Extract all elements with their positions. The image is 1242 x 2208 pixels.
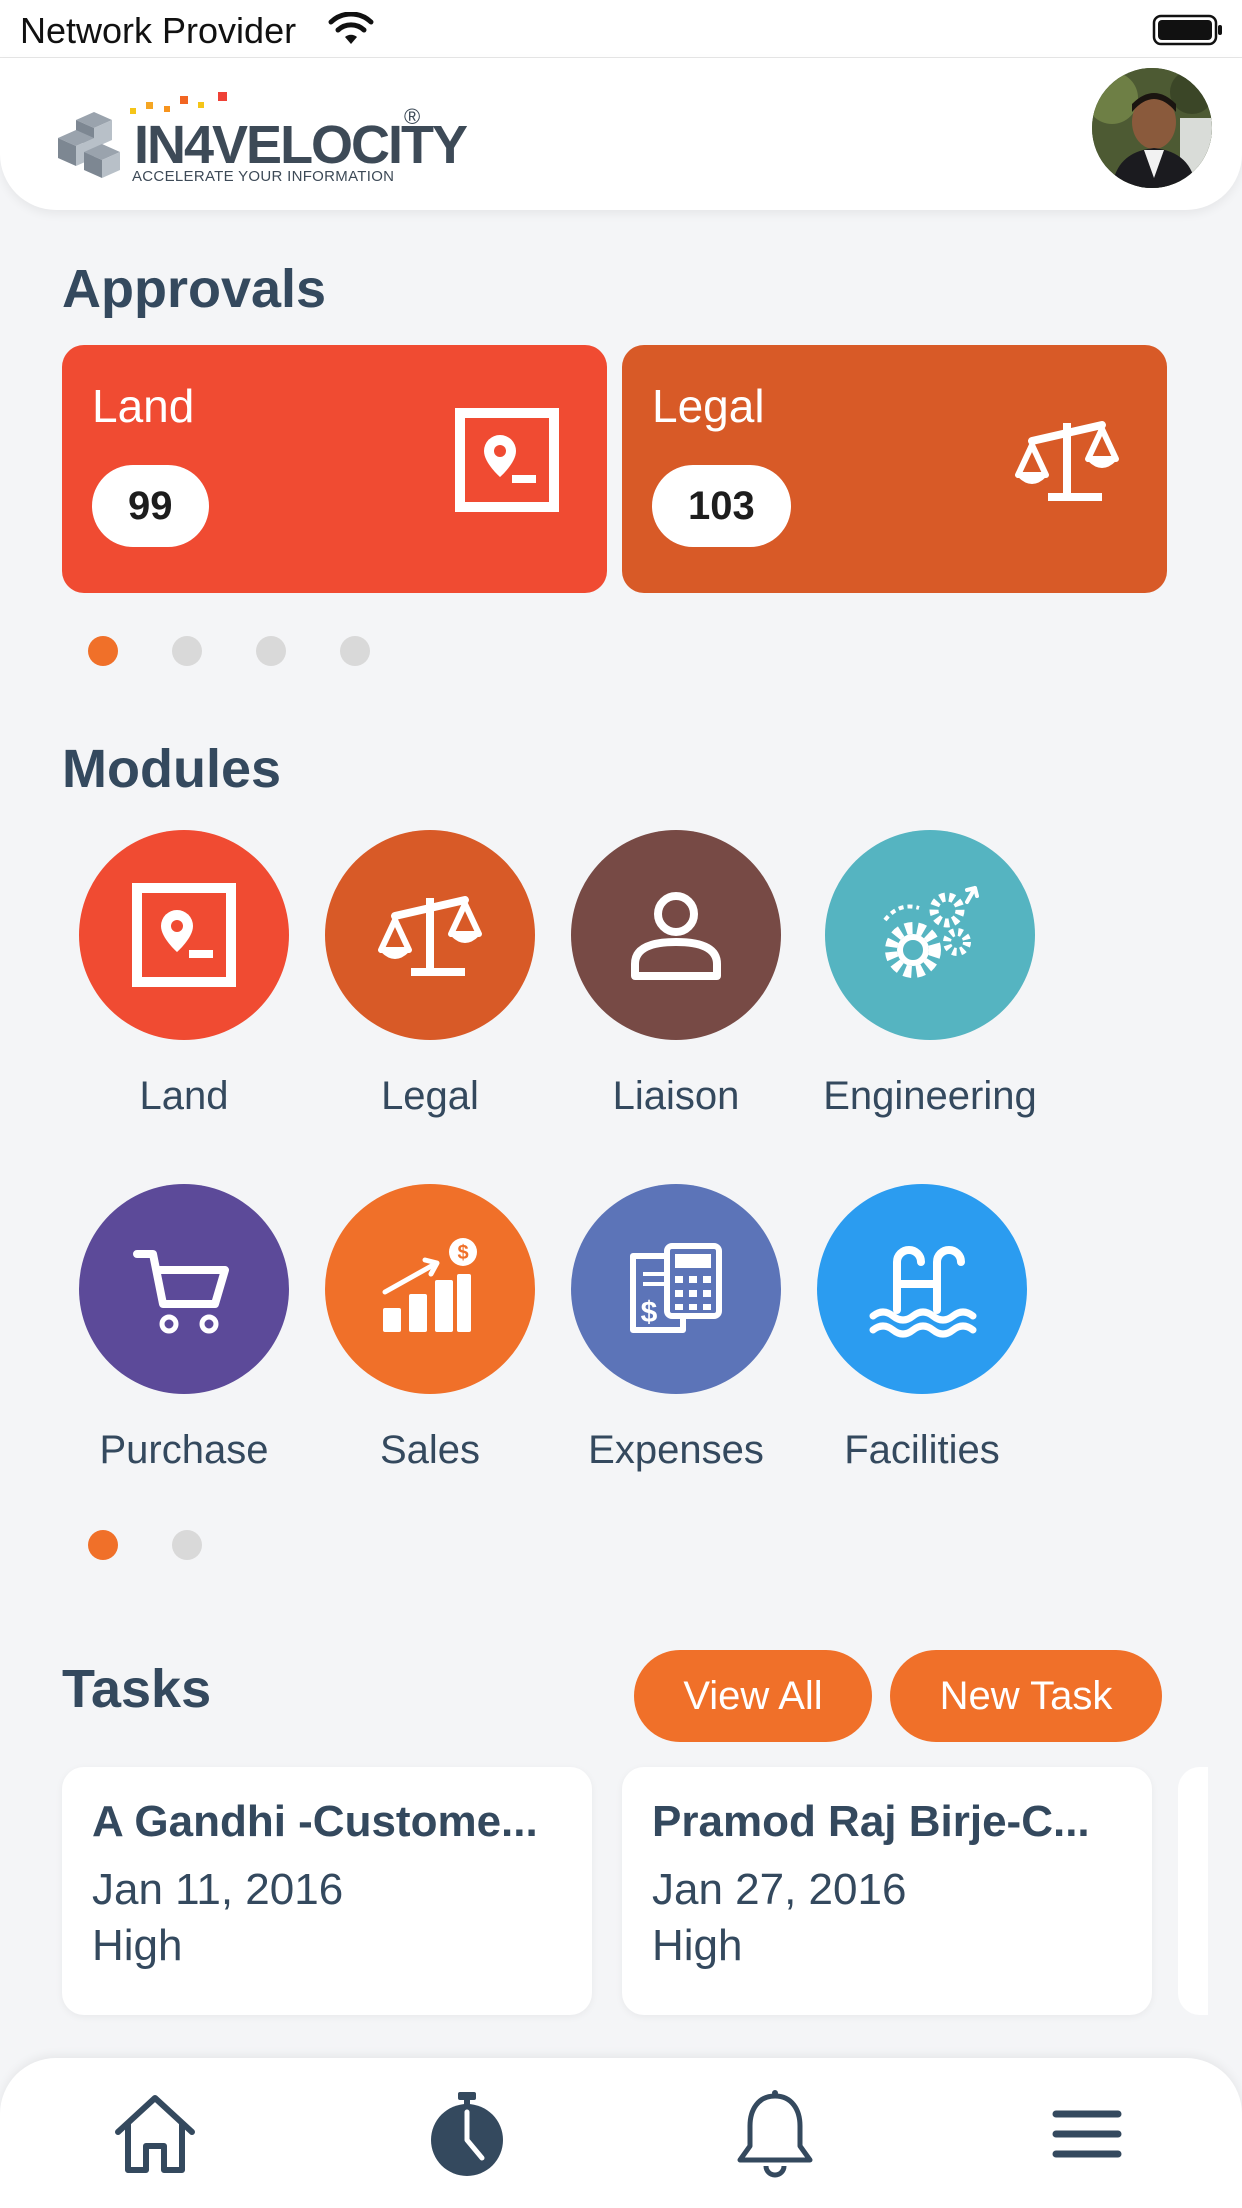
module-label: Legal (381, 1074, 479, 1118)
svg-text:$: $ (641, 1296, 658, 1329)
module-label: Facilities (844, 1428, 1000, 1472)
task-card[interactable]: A Gandhi -Custome... Jan 11, 2016 High (62, 1767, 592, 2015)
logo-cubes-icon (58, 112, 120, 178)
page-dot[interactable] (172, 1530, 202, 1560)
task-date: Jan 27, 2016 (652, 1865, 907, 1914)
module-liaison[interactable]: Liaison (556, 830, 796, 1119)
module-label: Sales (379, 1428, 481, 1472)
page-dot[interactable] (256, 636, 286, 666)
module-label: Land (139, 1074, 229, 1118)
module-facilities[interactable]: Facilities (802, 1184, 1042, 1473)
module-icon-circle (79, 830, 289, 1040)
carrier-name: Network Provider (20, 10, 297, 51)
module-legal[interactable]: Legal (310, 830, 550, 1119)
shopping-cart-icon (133, 1250, 229, 1334)
task-date: Jan 11, 2016 (92, 1865, 344, 1914)
scales-icon (378, 896, 482, 976)
module-icon-circle (825, 830, 1035, 1040)
module-icon-circle (325, 830, 535, 1040)
module-purchase[interactable]: Purchase (64, 1184, 304, 1473)
task-card-peek[interactable] (1178, 1767, 1208, 2015)
tasks-title: Tasks (62, 1659, 212, 1719)
page-dot-active[interactable] (88, 1530, 118, 1560)
approval-card-legal[interactable]: Legal 103 (622, 345, 1167, 593)
home-icon[interactable] (110, 2088, 200, 2178)
task-title: A Gandhi -Custome... (92, 1797, 538, 1846)
new-task-button[interactable]: New Task (890, 1650, 1162, 1742)
page-dot-active[interactable] (88, 636, 118, 666)
pool-icon (869, 1246, 977, 1338)
logo-tagline: ACCELERATE YOUR INFORMATION (132, 168, 395, 185)
page-dot[interactable] (172, 636, 202, 666)
module-label: Engineering (823, 1074, 1037, 1118)
task-title: Pramod Raj Birje-C... (652, 1797, 1090, 1846)
map-pin-frame-icon (455, 408, 559, 512)
status-bar: Network Provider (0, 0, 1242, 58)
person-icon (631, 892, 721, 980)
task-card[interactable]: Pramod Raj Birje-C... Jan 27, 2016 High (622, 1767, 1152, 2015)
bell-icon[interactable] (730, 2088, 820, 2178)
sales-chart-icon: $ (382, 1238, 477, 1332)
bottom-navigation (0, 2058, 1242, 2208)
svg-text:$: $ (457, 1242, 468, 1264)
scales-icon (1015, 421, 1119, 501)
stopwatch-icon[interactable] (422, 2088, 512, 2178)
avatar[interactable] (1092, 68, 1212, 188)
approval-card-land[interactable]: Land 99 (62, 345, 607, 593)
gears-icon (883, 886, 979, 978)
task-priority: High (652, 1921, 743, 1970)
module-icon-circle: $ (325, 1184, 535, 1394)
approvals-title: Approvals (62, 259, 327, 319)
module-icon-circle (571, 830, 781, 1040)
view-all-button[interactable]: View All (634, 1650, 872, 1742)
module-icon-circle (817, 1184, 1027, 1394)
module-expenses[interactable]: $ Expenses (556, 1184, 796, 1473)
page-dot[interactable] (340, 636, 370, 666)
approval-count-badge: 99 (92, 465, 209, 547)
user-photo (1092, 68, 1212, 188)
approval-card-label: Legal (652, 380, 765, 432)
module-icon-circle: $ (571, 1184, 781, 1394)
module-engineering[interactable]: Engineering (810, 830, 1050, 1119)
module-sales[interactable]: $ Sales (310, 1184, 550, 1473)
battery-icon (1152, 14, 1222, 46)
modules-page-indicator (88, 1530, 202, 1560)
task-priority: High (92, 1921, 183, 1970)
approval-count-badge: 103 (652, 465, 791, 547)
module-land[interactable]: Land (64, 830, 304, 1119)
module-label: Purchase (99, 1428, 269, 1472)
logo-registered-mark: ® (404, 104, 421, 129)
logo-dots-icon (130, 92, 227, 114)
module-label: Liaison (612, 1074, 740, 1118)
wifi-icon (328, 12, 374, 44)
module-icon-circle (79, 1184, 289, 1394)
menu-icon[interactable] (1042, 2088, 1132, 2178)
approvals-page-indicator (88, 636, 370, 666)
approval-card-label: Land (92, 380, 195, 432)
module-label: Expenses (588, 1428, 764, 1472)
map-pin-frame-icon (132, 883, 236, 987)
app-header: IN4VELOCITY ® ACCELERATE YOUR INFORMATIO… (0, 58, 1242, 210)
company-logo[interactable]: IN4VELOCITY ® ACCELERATE YOUR INFORMATIO… (56, 92, 468, 188)
expenses-calculator-icon: $ (630, 1243, 722, 1333)
modules-title: Modules (62, 739, 282, 799)
